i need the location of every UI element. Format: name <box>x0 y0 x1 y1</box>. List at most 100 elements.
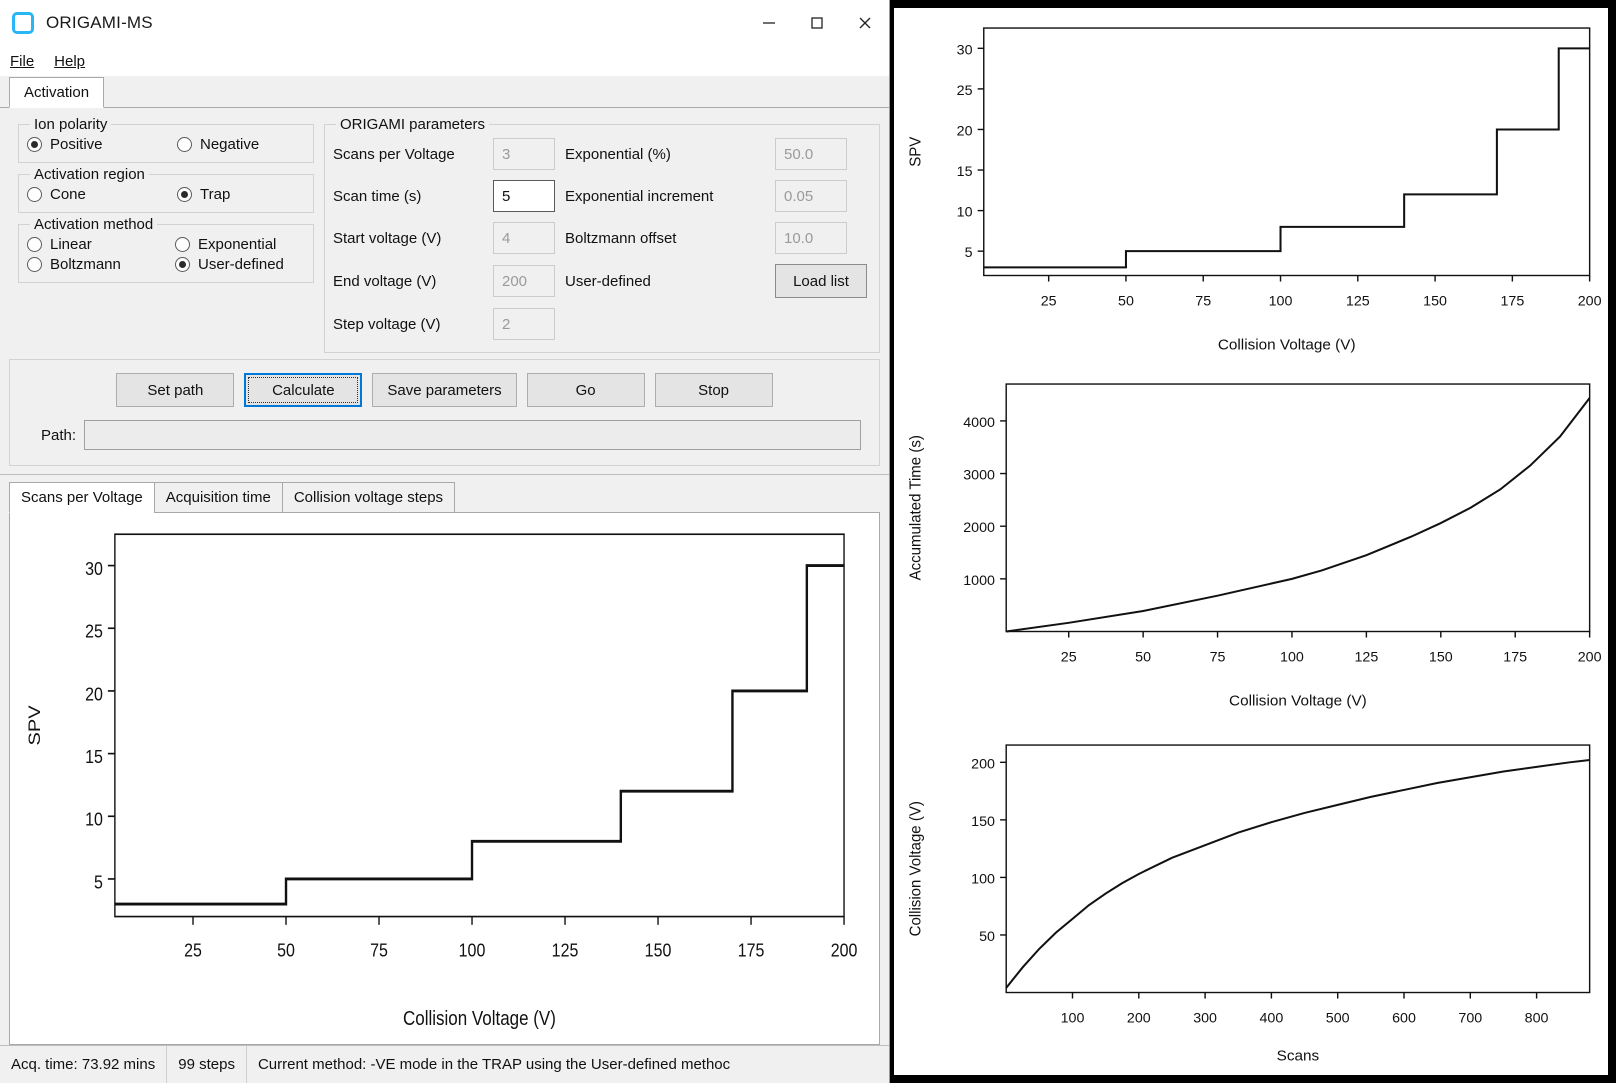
chart-scans-per-voltage: 25 50 75 100 125 150 175 200 5 10 15 20 25 30 Collisio… <box>894 8 1608 364</box>
svg-text:25: 25 <box>1061 648 1077 664</box>
radio-region-cone[interactable]: Cone <box>27 186 177 203</box>
radio-method-exponential[interactable]: Exponential <box>175 236 276 253</box>
svg-text:1000: 1000 <box>963 572 995 588</box>
plots-panel: 25 50 75 100 125 150 175 200 5 10 15 20 25 30 Collisio… <box>890 0 1616 1083</box>
svg-text:25: 25 <box>85 620 103 642</box>
activation-method-legend: Activation method <box>34 216 154 233</box>
radio-dot-icon <box>175 237 190 252</box>
svg-text:20: 20 <box>957 123 973 139</box>
svg-text:175: 175 <box>738 939 765 961</box>
svg-text:150: 150 <box>971 813 995 829</box>
input-scan-time[interactable]: 5 <box>493 180 555 212</box>
radio-region-trap[interactable]: Trap <box>177 186 230 203</box>
svg-text:200: 200 <box>1578 648 1602 664</box>
svg-text:75: 75 <box>1210 648 1226 664</box>
input-exponential-percent[interactable]: 50.0 <box>775 138 847 170</box>
input-step-voltage[interactable]: 2 <box>493 308 555 340</box>
set-path-button[interactable]: Set path <box>116 373 235 407</box>
svg-text:75: 75 <box>1195 293 1211 309</box>
label-exponential-percent: Exponential (%) <box>565 145 671 163</box>
radio-polarity-positive-label: Positive <box>50 136 103 153</box>
radio-method-user-defined[interactable]: User-defined <box>175 256 284 273</box>
status-current-method: Current method: -VE mode in the TRAP usi… <box>257 1056 731 1073</box>
radio-polarity-negative[interactable]: Negative <box>177 136 259 153</box>
menu-file[interactable]: File <box>10 53 34 70</box>
plot-tabs-panel: Scans per Voltage Acquisition time Colli… <box>0 474 889 1045</box>
path-input[interactable] <box>84 420 861 450</box>
svg-text:15: 15 <box>85 746 103 768</box>
input-scans-per-voltage[interactable]: 3 <box>493 138 555 170</box>
svg-text:Collision Voltage (V): Collision Voltage (V) <box>1229 692 1367 709</box>
svg-text:25: 25 <box>1041 293 1057 309</box>
svg-text:20: 20 <box>85 683 103 705</box>
svg-text:150: 150 <box>645 939 672 961</box>
input-exponential-increment[interactable]: 0.05 <box>775 180 847 212</box>
actions-panel: Set path Calculate Save parameters Go St… <box>9 359 880 466</box>
stop-button[interactable]: Stop <box>654 373 773 407</box>
tab-acquisition-time-label: Acquisition time <box>165 489 271 506</box>
svg-text:100: 100 <box>459 939 486 961</box>
save-parameters-button[interactable]: Save parameters <box>372 373 517 407</box>
status-bar: Acq. time: 73.92 mins 99 steps Current m… <box>0 1045 889 1083</box>
radio-polarity-positive[interactable]: Positive <box>27 136 177 153</box>
radio-region-cone-label: Cone <box>50 186 86 203</box>
radio-dot-icon <box>175 257 190 272</box>
window-title: ORIGAMI-MS <box>46 13 153 32</box>
radio-method-boltzmann[interactable]: Boltzmann <box>27 256 175 273</box>
svg-text:Collision Voltage (V): Collision Voltage (V) <box>403 1007 556 1030</box>
label-step-voltage: Step voltage (V) <box>333 315 441 333</box>
svg-text:200: 200 <box>971 756 995 772</box>
origami-parameters-legend: ORIGAMI parameters <box>340 116 486 133</box>
menu-bar: File Help <box>0 46 889 76</box>
svg-text:25: 25 <box>957 82 973 98</box>
svg-text:200: 200 <box>1578 293 1602 309</box>
tab-collision-voltage-steps[interactable]: Collision voltage steps <box>281 482 456 513</box>
main-chart-scans-per-voltage: 25 50 75 100 125 150 175 200 5 10 15 20 25 30 Collisio… <box>9 513 880 1045</box>
svg-text:125: 125 <box>1354 648 1378 664</box>
label-end-voltage: End voltage (V) <box>333 272 437 290</box>
input-end-voltage[interactable]: 200 <box>493 265 555 297</box>
close-icon[interactable] <box>841 0 889 46</box>
title-bar: ORIGAMI-MS <box>0 0 889 46</box>
tab-collision-voltage-steps-label: Collision voltage steps <box>293 489 444 506</box>
menu-help-label: Help <box>54 52 86 70</box>
load-list-button[interactable]: Load list <box>775 264 867 298</box>
label-scans-per-voltage: Scans per Voltage <box>333 145 455 163</box>
radio-dot-icon <box>27 137 42 152</box>
svg-text:Scans: Scans <box>1277 1048 1320 1065</box>
svg-text:Accumulated Time (s): Accumulated Time (s) <box>907 435 924 580</box>
svg-text:50: 50 <box>277 939 295 961</box>
maximize-icon[interactable] <box>793 0 841 46</box>
calculate-button[interactable]: Calculate <box>244 373 363 407</box>
tab-activation-label: Activation <box>24 84 90 101</box>
input-start-voltage[interactable]: 4 <box>493 222 555 254</box>
svg-text:Collision Voltage (V): Collision Voltage (V) <box>907 801 924 936</box>
label-boltzmann-offset: Boltzmann offset <box>565 229 677 247</box>
minimize-icon[interactable] <box>745 0 793 46</box>
tab-activation[interactable]: Activation <box>9 77 105 108</box>
radio-polarity-negative-label: Negative <box>200 136 260 153</box>
menu-help[interactable]: Help <box>54 53 85 70</box>
label-start-voltage: Start voltage (V) <box>333 229 442 247</box>
svg-text:SPV: SPV <box>24 705 43 746</box>
tab-scans-per-voltage[interactable]: Scans per Voltage <box>9 482 154 513</box>
radio-method-linear[interactable]: Linear <box>27 236 175 253</box>
svg-text:5: 5 <box>965 244 973 260</box>
svg-text:175: 175 <box>1500 293 1524 309</box>
svg-text:4000: 4000 <box>963 414 995 430</box>
label-scan-time: Scan time (s) <box>333 187 422 205</box>
tab-acquisition-time[interactable]: Acquisition time <box>153 482 282 513</box>
svg-text:Collision Voltage (V): Collision Voltage (V) <box>1218 337 1356 354</box>
svg-text:400: 400 <box>1259 1010 1283 1026</box>
input-boltzmann-offset[interactable]: 10.0 <box>775 222 847 254</box>
activation-region-legend: Activation region <box>34 166 145 183</box>
svg-text:200: 200 <box>831 939 858 961</box>
app-icon <box>12 12 34 34</box>
svg-text:100: 100 <box>971 871 995 887</box>
svg-text:30: 30 <box>85 558 103 580</box>
go-button[interactable]: Go <box>526 373 645 407</box>
svg-text:125: 125 <box>552 939 579 961</box>
radio-method-exponential-label: Exponential <box>198 236 277 253</box>
svg-text:15: 15 <box>957 163 973 179</box>
tab-scans-per-voltage-label: Scans per Voltage <box>21 489 143 506</box>
